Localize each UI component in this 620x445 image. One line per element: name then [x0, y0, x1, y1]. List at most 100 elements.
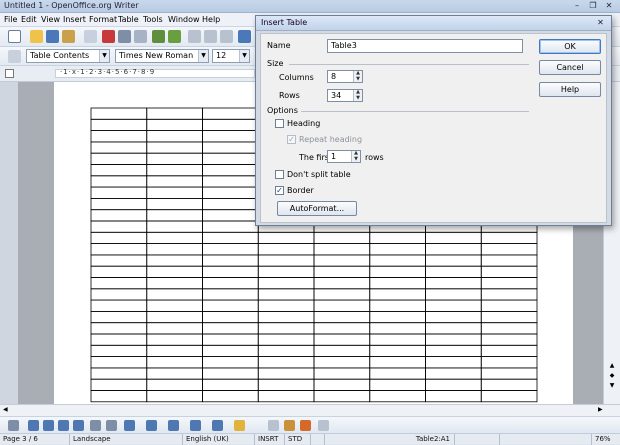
table-cell[interactable]	[146, 198, 203, 211]
menu-view[interactable]: View	[41, 15, 60, 24]
close-icon[interactable]: ✕	[594, 17, 607, 29]
table-cell[interactable]	[369, 243, 426, 256]
status-page-style[interactable]: Landscape	[70, 434, 183, 445]
table-cell[interactable]	[202, 220, 259, 233]
table-cell[interactable]	[369, 231, 426, 245]
table-cell[interactable]	[146, 265, 203, 278]
table-cell[interactable]	[146, 107, 203, 120]
table-cell[interactable]	[146, 310, 203, 324]
table-cell[interactable]	[202, 130, 259, 143]
table-cell[interactable]	[257, 243, 315, 256]
table-cell[interactable]	[480, 390, 538, 403]
table-cell[interactable]	[480, 333, 538, 346]
table-cell[interactable]	[202, 254, 259, 267]
table-cell[interactable]	[146, 209, 203, 222]
table-cell[interactable]	[202, 265, 259, 278]
table-cell[interactable]	[480, 310, 538, 324]
table-cell[interactable]	[146, 356, 203, 369]
table-cell[interactable]	[425, 344, 482, 358]
columns-spinbox[interactable]: 8 ▲ ▼	[327, 70, 363, 83]
line-icon[interactable]	[28, 420, 39, 431]
table-cell[interactable]	[480, 231, 538, 245]
cancel-button[interactable]: Cancel	[539, 60, 601, 75]
save-icon[interactable]	[46, 30, 59, 43]
spin-arrows-icon[interactable]: ▲ ▼	[351, 150, 360, 162]
table-cell[interactable]	[369, 378, 426, 391]
table-cell[interactable]	[257, 322, 315, 335]
table-cell[interactable]	[202, 333, 259, 346]
table-cell[interactable]	[480, 344, 538, 358]
table-cell[interactable]	[313, 265, 371, 278]
font-name-select[interactable]: Times New Roman ▼	[115, 49, 209, 63]
table-cell[interactable]	[202, 186, 259, 199]
table-cell[interactable]	[90, 243, 148, 256]
table-cell[interactable]	[425, 310, 482, 324]
table-cell[interactable]	[425, 299, 482, 312]
scroll-left-icon[interactable]: ◀	[3, 406, 8, 413]
heading-rows-spinbox[interactable]: 1 ▲ ▼	[327, 150, 361, 163]
table-cell[interactable]	[90, 333, 148, 346]
table-cell[interactable]	[425, 390, 482, 403]
table-cell[interactable]	[90, 310, 148, 324]
paragraph-style-select[interactable]: Table Contents ▼	[26, 49, 110, 63]
table-cell[interactable]	[369, 390, 426, 403]
table-cell[interactable]	[257, 367, 315, 380]
table-cell[interactable]	[202, 288, 259, 301]
status-zoom[interactable]: 76%	[592, 434, 620, 445]
table-cell[interactable]	[202, 322, 259, 335]
table-cell[interactable]	[425, 378, 482, 391]
table-cell[interactable]	[425, 231, 482, 245]
table-cell[interactable]	[257, 265, 315, 278]
select-arrow-icon[interactable]	[8, 420, 19, 431]
table-cell[interactable]	[480, 367, 538, 380]
table-cell[interactable]	[90, 288, 148, 301]
table-cell[interactable]	[257, 299, 315, 312]
cut-icon[interactable]	[188, 30, 201, 43]
table-cell[interactable]	[90, 152, 148, 165]
table-cell[interactable]	[480, 356, 538, 369]
table-cell[interactable]	[313, 231, 371, 245]
table-cell[interactable]	[90, 299, 148, 312]
print-icon[interactable]	[118, 30, 131, 43]
table-cell[interactable]	[146, 378, 203, 391]
table-cell[interactable]	[146, 288, 203, 301]
paste-icon[interactable]	[220, 30, 233, 43]
ok-button[interactable]: OK	[539, 39, 601, 54]
format-paintbrush-icon[interactable]	[238, 30, 251, 43]
callouts-icon[interactable]	[106, 420, 117, 431]
table-cell[interactable]	[425, 322, 482, 335]
table-cell[interactable]	[146, 254, 203, 267]
table-cell[interactable]	[480, 378, 538, 391]
table-cell[interactable]	[480, 265, 538, 278]
zoom-slider[interactable]	[500, 434, 592, 445]
table-cell[interactable]	[369, 277, 426, 290]
freeform-line-icon[interactable]	[73, 420, 84, 431]
horizontal-scrollbar[interactable]: ◀ ▶	[0, 404, 620, 416]
ellipse-icon[interactable]	[58, 420, 69, 431]
table-cell[interactable]	[369, 265, 426, 278]
table-cell[interactable]	[90, 107, 148, 120]
table-cell[interactable]	[480, 277, 538, 290]
table-cell[interactable]	[369, 299, 426, 312]
table-cell[interactable]	[146, 164, 203, 177]
menu-window[interactable]: Window	[168, 15, 200, 24]
table-cell[interactable]	[90, 130, 148, 143]
table-cell[interactable]	[369, 367, 426, 380]
table-cell[interactable]	[425, 254, 482, 267]
table-cell[interactable]	[313, 243, 371, 256]
table-cell[interactable]	[202, 152, 259, 165]
scroll-up-icon[interactable]: ▲	[607, 362, 617, 370]
table-cell[interactable]	[146, 322, 203, 335]
table-cell[interactable]	[369, 254, 426, 267]
table-cell[interactable]	[90, 198, 148, 211]
table-cell[interactable]	[425, 367, 482, 380]
table-cell[interactable]	[369, 333, 426, 346]
table-cell[interactable]	[90, 220, 148, 233]
table-cell[interactable]	[146, 118, 203, 132]
table-cell[interactable]	[313, 254, 371, 267]
scroll-right-icon[interactable]: ▶	[598, 406, 603, 413]
table-cell[interactable]	[480, 322, 538, 335]
styles-formatting-icon[interactable]	[8, 50, 21, 63]
close-icon[interactable]: ✕	[602, 1, 616, 11]
table-cell[interactable]	[313, 367, 371, 380]
